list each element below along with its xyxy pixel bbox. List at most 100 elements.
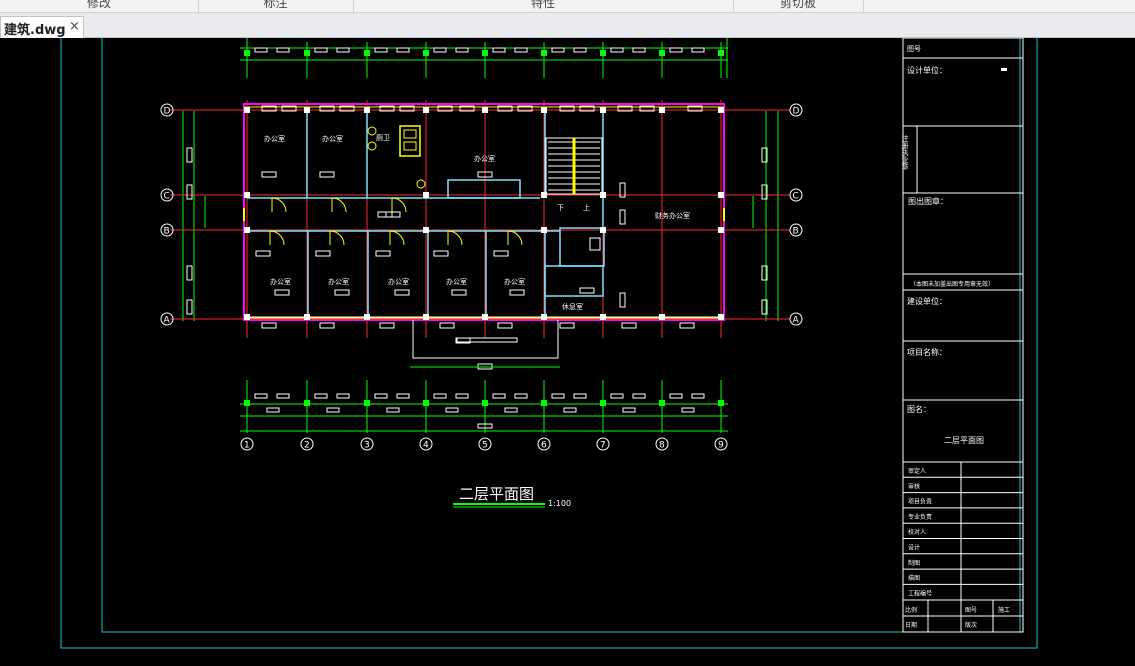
room-label-office: 办公室 bbox=[446, 277, 467, 286]
door-swing bbox=[271, 197, 287, 213]
axis-bubble-label: B bbox=[164, 227, 170, 237]
room-label-lounge: 休息室 bbox=[562, 302, 583, 311]
columns bbox=[244, 107, 724, 320]
ribbon-group-annotate[interactable]: 标注 bbox=[198, 0, 354, 12]
column bbox=[482, 107, 488, 113]
titleblock-stamp: 图出图章： bbox=[908, 196, 948, 206]
dim-text-box bbox=[336, 47, 350, 53]
drawing-scale: 1:100 bbox=[548, 499, 571, 508]
axis-bubble-label: A bbox=[793, 316, 800, 326]
column bbox=[600, 314, 606, 320]
dim-text-box bbox=[326, 407, 340, 413]
door-swing bbox=[269, 230, 285, 246]
annotation-box bbox=[255, 250, 271, 257]
dim-text-box bbox=[632, 47, 646, 53]
dim-text-box bbox=[254, 393, 268, 399]
annotation-box bbox=[274, 289, 290, 296]
column bbox=[304, 314, 310, 320]
titleblock-row-label: 工程编号 bbox=[908, 589, 932, 597]
dim-tick bbox=[659, 400, 665, 406]
annotation-box bbox=[319, 171, 335, 178]
dim-tick bbox=[244, 400, 250, 406]
dim-text-box bbox=[455, 47, 469, 53]
dim-tick bbox=[244, 50, 250, 56]
annotation-box bbox=[315, 250, 331, 257]
annotation-box bbox=[261, 322, 277, 329]
column bbox=[244, 107, 250, 113]
dim-text-box bbox=[396, 47, 410, 53]
room-label-office: 办公室 bbox=[328, 277, 349, 286]
dim-tick bbox=[423, 50, 429, 56]
room-label-finance: 财务办公室 bbox=[655, 211, 690, 220]
sheet-outer-frame bbox=[60, 35, 1038, 649]
column bbox=[541, 227, 547, 233]
windows bbox=[243, 208, 725, 221]
annotation-box bbox=[621, 322, 637, 329]
ribbon-group-label: 剪切板 bbox=[779, 0, 816, 10]
column bbox=[600, 192, 606, 198]
column bbox=[718, 227, 724, 233]
column bbox=[304, 107, 310, 113]
dim-text-box bbox=[669, 47, 683, 53]
column bbox=[541, 192, 547, 198]
cad-drawing[interactable]: 办公室 办公室 厕卫 办公室 财务办公室 办公室 办公室 办公室 办公室 办公室… bbox=[0, 35, 1135, 662]
titleblock-row-label: 制图 bbox=[908, 559, 920, 567]
annotation-box bbox=[497, 322, 513, 329]
titleblock-registered: 注册执业章 bbox=[901, 134, 909, 170]
column bbox=[423, 314, 429, 320]
top-dimension-texts bbox=[254, 47, 705, 53]
title-block: 图号 设计单位： 注册执业章 图出图章： （本图未加盖出图专用章无效） 建设单位… bbox=[901, 37, 1024, 633]
dim-tick bbox=[659, 50, 665, 56]
axis-bubble-label: D bbox=[793, 107, 800, 117]
document-tab[interactable]: 建筑.dwg × bbox=[0, 16, 84, 38]
room-label-office: 办公室 bbox=[264, 134, 285, 143]
dim-text-box bbox=[563, 407, 577, 413]
ribbon-group-clipboard[interactable]: 剪切板 bbox=[733, 0, 864, 12]
annotation-box bbox=[679, 322, 695, 329]
titleblock-sheet-label: 图号 bbox=[965, 607, 977, 614]
dim-text-box bbox=[610, 47, 624, 53]
annotation-box bbox=[439, 322, 455, 329]
room-label-office: 办公室 bbox=[474, 154, 495, 163]
room-label-office: 办公室 bbox=[322, 134, 343, 143]
dim-text-box bbox=[573, 393, 587, 399]
ribbon-group-modify[interactable]: 修改 bbox=[0, 0, 199, 12]
building-outline bbox=[243, 103, 725, 321]
dim-tick bbox=[600, 400, 606, 406]
ribbon-group-properties[interactable]: 特性 bbox=[353, 0, 734, 12]
axis-bubble-label: A bbox=[164, 316, 171, 326]
titleblock-design-unit: 设计单位： bbox=[907, 65, 947, 75]
annotation-box bbox=[579, 287, 595, 294]
column bbox=[718, 107, 724, 113]
titleblock-row-label: 专业负责 bbox=[908, 513, 932, 521]
annotation-box bbox=[493, 250, 509, 257]
axis-bubble-label: 4 bbox=[423, 441, 429, 451]
axis-bubble-label: 2 bbox=[304, 441, 310, 451]
top-dimension-lines bbox=[240, 38, 728, 78]
annotation-box bbox=[319, 322, 335, 329]
close-icon[interactable]: × bbox=[69, 19, 80, 34]
titleblock-row-label: 设计 bbox=[908, 544, 920, 552]
titleblock-date-label: 日期 bbox=[905, 621, 917, 629]
titleblock-row-label: 审核 bbox=[908, 482, 920, 490]
stair-label-down: 下 bbox=[557, 204, 564, 212]
axis-bubble-label: B bbox=[793, 227, 799, 237]
axis-lines bbox=[170, 100, 790, 338]
axis-bubble-label: 1 bbox=[244, 441, 250, 451]
axis-bubble-label: 3 bbox=[364, 441, 370, 451]
dim-text-box bbox=[314, 393, 328, 399]
dim-text-box bbox=[691, 47, 705, 53]
axis-bubble-label: D bbox=[164, 107, 171, 117]
titleblock-drawing-name: 二层平面图 bbox=[944, 436, 984, 445]
annotation-box-vertical bbox=[186, 147, 193, 163]
axis-bubble-label: C bbox=[793, 192, 799, 202]
titleblock-note: （本图未加盖出图专用章无效） bbox=[910, 280, 994, 288]
column bbox=[718, 192, 724, 198]
dim-text-box bbox=[551, 47, 565, 53]
dim-text-box bbox=[455, 393, 469, 399]
annotation-box bbox=[375, 250, 391, 257]
drawing-canvas[interactable]: 办公室 办公室 厕卫 办公室 财务办公室 办公室 办公室 办公室 办公室 办公室… bbox=[0, 35, 1135, 662]
dim-tick bbox=[364, 50, 370, 56]
dim-tick bbox=[541, 50, 547, 56]
annotation-box bbox=[261, 171, 277, 178]
